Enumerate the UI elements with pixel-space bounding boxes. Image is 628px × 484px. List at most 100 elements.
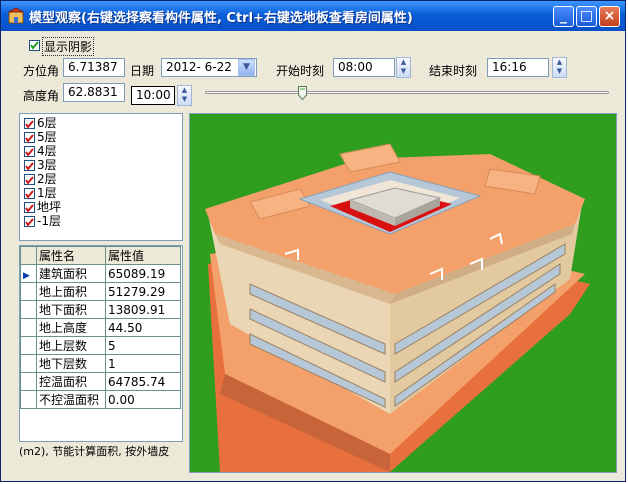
row-indicator-cell xyxy=(20,282,37,301)
close-button[interactable]: × xyxy=(599,6,620,27)
property-value-cell: 1 xyxy=(105,354,181,373)
floor-checkbox[interactable] xyxy=(24,160,35,171)
maximize-button[interactable]: □ xyxy=(576,6,597,27)
property-value-cell: 64785.74 xyxy=(105,372,181,391)
checkmark-icon xyxy=(25,120,34,129)
date-label: 日期 xyxy=(130,64,155,78)
row-indicator-cell xyxy=(20,354,37,373)
show-shadow-label[interactable]: 显示阴影 xyxy=(42,37,95,56)
property-row[interactable]: 地下面积 13809.91 xyxy=(20,300,181,319)
property-table: 属性名 属性值 ▶ 建筑面积 65089.19 地上面积 51279.29 地下面积 138… xyxy=(20,246,181,409)
spin-down-icon[interactable]: ▼ xyxy=(178,95,191,104)
checkmark-icon xyxy=(30,41,39,50)
property-name-cell: 建筑面积 xyxy=(36,264,106,283)
minimize-button[interactable]: _ xyxy=(553,6,574,27)
end-time-spinner[interactable]: ▲ ▼ xyxy=(552,57,567,78)
model-view-window: 模型观察(右键选择察看构件属性, Ctrl+右键选地板查看房间属性) _ □ ×… xyxy=(0,0,626,482)
window-title: 模型观察(右键选择察看构件属性, Ctrl+右键选地板查看房间属性) xyxy=(29,11,413,26)
chevron-down-icon: ▼ xyxy=(243,62,250,72)
start-time-spinner[interactable]: ▲ ▼ xyxy=(396,57,411,78)
property-name-cell: 地上层数 xyxy=(36,336,106,355)
floor-checkbox[interactable] xyxy=(24,202,35,213)
floor-checkbox[interactable] xyxy=(24,188,35,199)
property-name-cell: 控温面积 xyxy=(36,372,106,391)
property-row[interactable]: ▶ 建筑面积 65089.19 xyxy=(20,264,181,283)
property-name-cell: 地下层数 xyxy=(36,354,106,373)
start-time-field[interactable]: 08:00 xyxy=(333,58,395,77)
date-dropdown-button[interactable]: ▼ xyxy=(238,59,255,76)
checkmark-icon xyxy=(25,204,34,213)
start-time-label: 开始时刻 xyxy=(276,64,325,78)
floor-label: 2层 xyxy=(37,172,57,186)
floor-list[interactable]: 6层 5层 4层 3层 2层 1层 地坪 -1层 xyxy=(19,113,183,241)
header-indicator-cell xyxy=(20,246,37,265)
app-icon xyxy=(8,8,24,24)
floor-label: 4层 xyxy=(37,144,57,158)
3d-viewport[interactable] xyxy=(189,113,617,473)
altitude-label: 高度角 xyxy=(23,89,60,103)
property-value-cell: 13809.91 xyxy=(105,300,181,319)
floor-checkbox[interactable] xyxy=(24,216,35,227)
row-indicator-cell xyxy=(20,300,37,319)
property-value-cell: 51279.29 xyxy=(105,282,181,301)
property-value-cell: 5 xyxy=(105,336,181,355)
row-indicator-cell: ▶ xyxy=(20,264,37,283)
azimuth-field[interactable]: 6.71387 xyxy=(63,58,125,77)
status-description: (m2), 节能计算面积, 按外墙皮 xyxy=(19,445,170,458)
time-slider-thumb[interactable] xyxy=(297,86,307,100)
spin-up-icon[interactable]: ▲ xyxy=(178,86,191,95)
property-header-row: 属性名 属性值 xyxy=(20,246,181,265)
property-value-cell: 65089.19 xyxy=(105,264,181,283)
checkmark-icon xyxy=(25,190,34,199)
show-shadow-checkbox[interactable] xyxy=(29,40,40,51)
checkmark-icon xyxy=(25,148,34,157)
header-value: 属性值 xyxy=(105,246,181,265)
floor-checkbox[interactable] xyxy=(24,174,35,185)
date-value: 2012- 6-22 xyxy=(166,60,232,74)
property-name-cell: 地下面积 xyxy=(36,300,106,319)
property-value-cell: 0.00 xyxy=(105,390,181,409)
checkmark-icon xyxy=(25,134,34,143)
azimuth-label: 方位角 xyxy=(23,64,60,78)
property-grid[interactable]: 属性名 属性值 ▶ 建筑面积 65089.19 地上面积 51279.29 地下面积 138… xyxy=(19,245,183,442)
floor-label: 1层 xyxy=(37,186,57,200)
floor-checkbox[interactable] xyxy=(24,146,35,157)
property-value-cell: 44.50 xyxy=(105,318,181,337)
end-time-field[interactable]: 16:16 xyxy=(487,58,549,77)
property-row[interactable]: 地上高度 44.50 xyxy=(20,318,181,337)
end-time-label: 结束时刻 xyxy=(429,64,478,78)
property-name-cell: 地上面积 xyxy=(36,282,106,301)
floor-label: -1层 xyxy=(37,214,61,228)
checkmark-icon xyxy=(25,218,34,227)
spin-up-icon[interactable]: ▲ xyxy=(397,58,410,67)
floor-label: 5层 xyxy=(37,130,57,144)
row-indicator-cell xyxy=(20,372,37,391)
building-model-render xyxy=(190,114,616,472)
row-indicator-cell xyxy=(20,390,37,409)
spin-up-icon[interactable]: ▲ xyxy=(553,58,566,67)
current-time-field[interactable]: 10:00 xyxy=(131,86,175,105)
title-bar[interactable]: 模型观察(右键选择察看构件属性, Ctrl+右键选地板查看房间属性) _ □ × xyxy=(1,1,625,31)
property-name-cell: 地上高度 xyxy=(36,318,106,337)
spin-down-icon[interactable]: ▼ xyxy=(553,67,566,76)
row-indicator-cell xyxy=(20,318,37,337)
property-row[interactable]: 地上面积 51279.29 xyxy=(20,282,181,301)
row-indicator-cell xyxy=(20,336,37,355)
content-area: 显示阴影 方位角 6.71387 日期 2012- 6-22 ▼ 开始时刻 08… xyxy=(5,31,621,477)
altitude-field[interactable]: 62.8831 xyxy=(63,83,125,102)
floor-checkbox[interactable] xyxy=(24,132,35,143)
property-row[interactable]: 地下层数 1 xyxy=(20,354,181,373)
checkmark-icon xyxy=(25,162,34,171)
property-row[interactable]: 控温面积 64785.74 xyxy=(20,372,181,391)
floor-label: 6层 xyxy=(37,116,57,130)
selected-row-arrow-icon: ▶ xyxy=(23,270,30,281)
spin-down-icon[interactable]: ▼ xyxy=(397,67,410,76)
current-time-spinner[interactable]: ▲ ▼ xyxy=(177,85,192,106)
property-name-cell: 不控温面积 xyxy=(36,390,106,409)
floor-checkbox[interactable] xyxy=(24,118,35,129)
property-row[interactable]: 不控温面积 0.00 xyxy=(20,390,181,409)
time-slider-track[interactable] xyxy=(205,91,609,94)
header-name: 属性名 xyxy=(36,246,106,265)
property-row[interactable]: 地上层数 5 xyxy=(20,336,181,355)
checkmark-icon xyxy=(25,176,34,185)
